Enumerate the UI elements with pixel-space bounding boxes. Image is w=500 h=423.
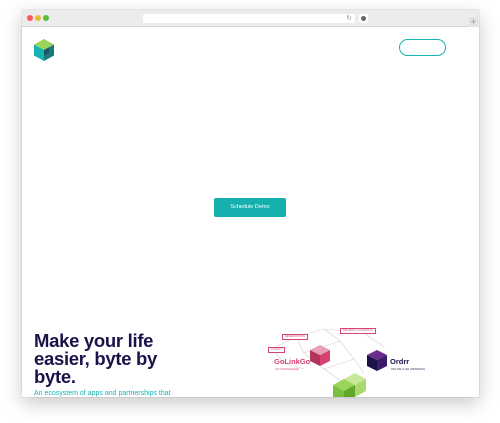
- golinkgo-wordmark: GoLinkGo: [274, 357, 311, 366]
- schedule-demo-button[interactable]: Schedule Demo: [214, 198, 286, 217]
- headline-line-3: byte.: [34, 366, 76, 387]
- hexagon-cube-logo[interactable]: [34, 39, 54, 61]
- address-bar[interactable]: ↻: [143, 14, 355, 23]
- browser-toolbar: ↻: [22, 10, 479, 27]
- new-tab-button[interactable]: +: [469, 17, 478, 27]
- close-window-button[interactable]: [27, 15, 33, 21]
- web-page: Schedule Demo Make your life easier, byt…: [22, 27, 479, 397]
- header-outline-button[interactable]: [399, 39, 446, 56]
- hero-subheading: An ecosystem of apps and partnerships th…: [34, 390, 171, 397]
- maximize-window-button[interactable]: [43, 15, 49, 21]
- hero-headline: Make your life easier, byte by byte.: [34, 331, 194, 387]
- minimize-window-button[interactable]: [35, 15, 41, 21]
- reload-icon[interactable]: ↻: [346, 14, 352, 23]
- golinkgo-subtitle: API MIDDLEWARE: [275, 368, 300, 371]
- ecosystem-illustration: RESERVATIONS DELIVERY & LOGISTICS LOYALT…: [244, 323, 444, 397]
- ordrr-subtitle: ONLINE & QR ORDERING: [391, 368, 426, 371]
- ecosystem-tag: DELIVERY & LOGISTICS: [340, 328, 376, 334]
- extension-icon[interactable]: [359, 14, 368, 23]
- browser-window: ↻ Schedule Demo Make your life easier, b…: [22, 10, 479, 397]
- ecosystem-tag: RESERVATIONS: [282, 334, 308, 340]
- ecosystem-tag: LOYALTY: [268, 347, 286, 353]
- ordrr-wordmark: Ordrr: [390, 357, 410, 366]
- screenshot-stage: ↻ Schedule Demo Make your life easier, b…: [0, 0, 500, 423]
